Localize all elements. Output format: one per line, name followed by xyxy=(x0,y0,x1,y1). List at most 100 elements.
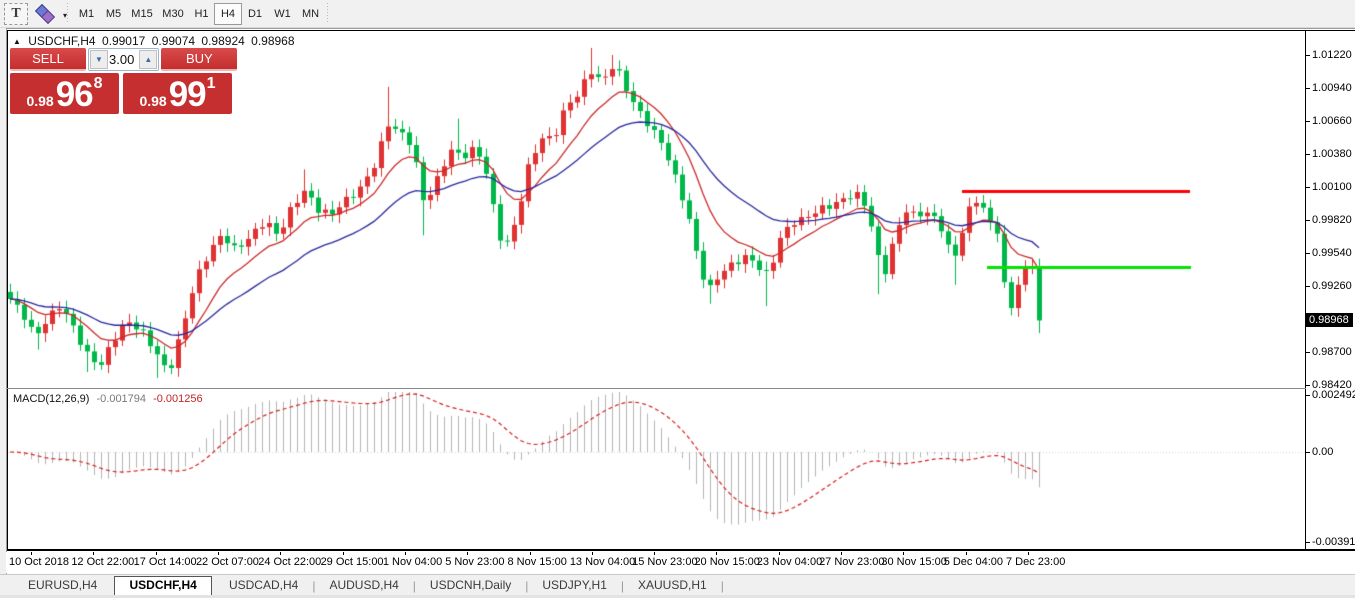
chart-tab-usdjpy[interactable]: USDJPY,H1 xyxy=(528,576,620,595)
collapse-triangle-icon[interactable]: ▲ xyxy=(13,37,21,46)
volume-increase-button[interactable]: ▲ xyxy=(139,50,157,69)
time-axis-label: 29 Oct 15:00 xyxy=(321,556,384,568)
price-axis-tick xyxy=(1306,187,1310,188)
sell-price-box[interactable]: 0.98 96 8 xyxy=(10,73,119,114)
timeframe-button-m5[interactable]: M5 xyxy=(100,3,127,25)
time-axis-tick xyxy=(966,552,967,555)
time-axis-tick xyxy=(467,552,468,555)
mt4-window: T ▾ M1M5M15M30H1H4D1W1MN ▲ USDCHF,H4 0.9… xyxy=(0,0,1355,598)
macd-axis-tick xyxy=(1306,542,1310,543)
ohlc-low: 0.98924 xyxy=(201,34,244,48)
timeframe-button-d1[interactable]: D1 xyxy=(241,3,269,25)
timeframe-button-h1[interactable]: H1 xyxy=(188,3,215,25)
macd-signal-value: -0.001256 xyxy=(153,393,203,405)
sell-button[interactable]: SELL xyxy=(10,48,86,71)
timeframe-button-h4[interactable]: H4 xyxy=(214,3,242,25)
time-axis-tick xyxy=(280,552,281,555)
chart-border-bottom xyxy=(7,549,1355,551)
timeframe-button-mn[interactable]: MN xyxy=(296,3,325,25)
volume-stepper: ▼ 3.00 ▲ xyxy=(88,48,159,71)
time-axis-label: 5 Dec 04:00 xyxy=(944,556,1003,568)
time-axis-label: 1 Nov 04:00 xyxy=(383,556,442,568)
chart-tab-usdcad[interactable]: USDCAD,H4 xyxy=(215,576,312,595)
price-axis-tick xyxy=(1306,352,1310,353)
sell-price-pip: 8 xyxy=(94,75,103,93)
time-axis-tick xyxy=(405,552,406,555)
sell-price-prefix: 0.98 xyxy=(26,91,53,111)
ohlc-open: 0.99017 xyxy=(102,34,145,48)
macd-separator[interactable] xyxy=(7,388,1306,389)
chart-tab-bar: EURUSD,H4|USDCHF,H4|USDCAD,H4|AUDUSD,H4|… xyxy=(0,574,1355,596)
time-axis-label: 30 Nov 15:00 xyxy=(881,556,946,568)
time-axis-tick xyxy=(343,552,344,555)
timeframe-button-m1[interactable]: M1 xyxy=(72,3,101,25)
price-axis-tick xyxy=(1306,286,1310,287)
tab-separator: | xyxy=(721,579,724,593)
time-axis-tick xyxy=(530,552,531,555)
time-axis-label: 10 Oct 2018 xyxy=(9,556,69,568)
buy-button[interactable]: BUY xyxy=(161,48,237,71)
price-axis-label: 0.99260 xyxy=(1312,280,1352,292)
chart-tab-usdcnh[interactable]: USDCNH,Daily xyxy=(416,576,525,595)
price-axis-tick xyxy=(1306,88,1310,89)
timeframe-button-m30[interactable]: M30 xyxy=(157,3,189,25)
price-axis-label: 1.01220 xyxy=(1312,49,1352,61)
timeframe-button-w1[interactable]: W1 xyxy=(268,3,297,25)
ohlc-close: 0.98968 xyxy=(251,34,294,48)
time-axis-label: 8 Nov 15:00 xyxy=(508,556,567,568)
price-axis-tick xyxy=(1306,55,1310,56)
current-price-badge: 0.98968 xyxy=(1306,313,1353,327)
price-axis-tick xyxy=(1306,253,1310,254)
price-axis-label: 1.00940 xyxy=(1312,82,1352,94)
buy-price-pip: 1 xyxy=(207,75,216,93)
time-axis-label: 22 Oct 07:00 xyxy=(196,556,259,568)
buy-price-prefix: 0.98 xyxy=(139,91,166,111)
toolbar-separator xyxy=(326,3,329,23)
chart-tab-xauusd[interactable]: XAUUSD,H1 xyxy=(624,576,721,595)
symbol-name: USDCHF,H4 xyxy=(28,34,95,48)
ohlc-high: 0.99074 xyxy=(152,34,195,48)
price-axis-label: 0.98700 xyxy=(1312,346,1352,358)
chart-tab-usdchf[interactable]: USDCHF,H4 xyxy=(114,576,211,596)
price-axis-label: 1.00660 xyxy=(1312,115,1352,127)
time-axis-tick xyxy=(156,552,157,555)
price-axis-tick xyxy=(1306,220,1310,221)
macd-indicator-canvas[interactable] xyxy=(8,392,1305,549)
time-axis-tick xyxy=(592,552,593,555)
price-axis-label: 0.99820 xyxy=(1312,214,1352,226)
time-axis-tick xyxy=(93,552,94,555)
time-axis-label: 24 Oct 22:00 xyxy=(258,556,321,568)
sell-price-big: 96 xyxy=(56,78,93,111)
draw-arrows-icon[interactable]: ▾ xyxy=(34,3,68,23)
axis-border xyxy=(1305,30,1306,551)
macd-axis-tick xyxy=(1306,452,1310,453)
price-axis-label: 1.00100 xyxy=(1312,181,1352,193)
time-axis-tick xyxy=(654,552,655,555)
time-axis-label: 7 Dec 23:00 xyxy=(1006,556,1065,568)
macd-indicator-label: MACD(12,26,9) -0.001794 -0.001256 xyxy=(13,393,203,405)
time-axis-tick xyxy=(716,552,717,555)
macd-axis-label: -0.003913 xyxy=(1312,536,1355,548)
time-axis[interactable]: 10 Oct 201812 Oct 22:0017 Oct 14:0022 Oc… xyxy=(6,552,1355,573)
volume-decrease-button[interactable]: ▼ xyxy=(90,50,108,69)
time-axis-label: 23 Nov 04:00 xyxy=(757,556,822,568)
timeframe-button-m15[interactable]: M15 xyxy=(126,3,158,25)
time-axis-tick xyxy=(218,552,219,555)
chart-tab-eurusd[interactable]: EURUSD,H4 xyxy=(14,576,111,595)
buy-price-box[interactable]: 0.98 99 1 xyxy=(123,73,232,114)
time-axis-label: 20 Nov 15:00 xyxy=(694,556,759,568)
time-axis-tick xyxy=(31,552,32,555)
symbol-ohlc-header: ▲ USDCHF,H4 0.99017 0.99074 0.98924 0.98… xyxy=(13,34,298,48)
price-axis-tick xyxy=(1306,385,1310,386)
volume-value[interactable]: 3.00 xyxy=(109,49,138,70)
time-axis-tick xyxy=(779,552,780,555)
time-axis-label: 5 Nov 23:00 xyxy=(445,556,504,568)
macd-axis-label: 0.002492 xyxy=(1312,389,1355,401)
macd-name: MACD(12,26,9) xyxy=(13,393,89,405)
chart-tab-audusd[interactable]: AUDUSD,H4 xyxy=(315,576,412,595)
buy-price-big: 99 xyxy=(169,78,206,111)
macd-axis-label: 0.00 xyxy=(1312,446,1333,458)
text-tool-icon[interactable]: T xyxy=(4,3,28,25)
price-axis-tick xyxy=(1306,154,1310,155)
time-axis-label: 13 Nov 04:00 xyxy=(570,556,635,568)
